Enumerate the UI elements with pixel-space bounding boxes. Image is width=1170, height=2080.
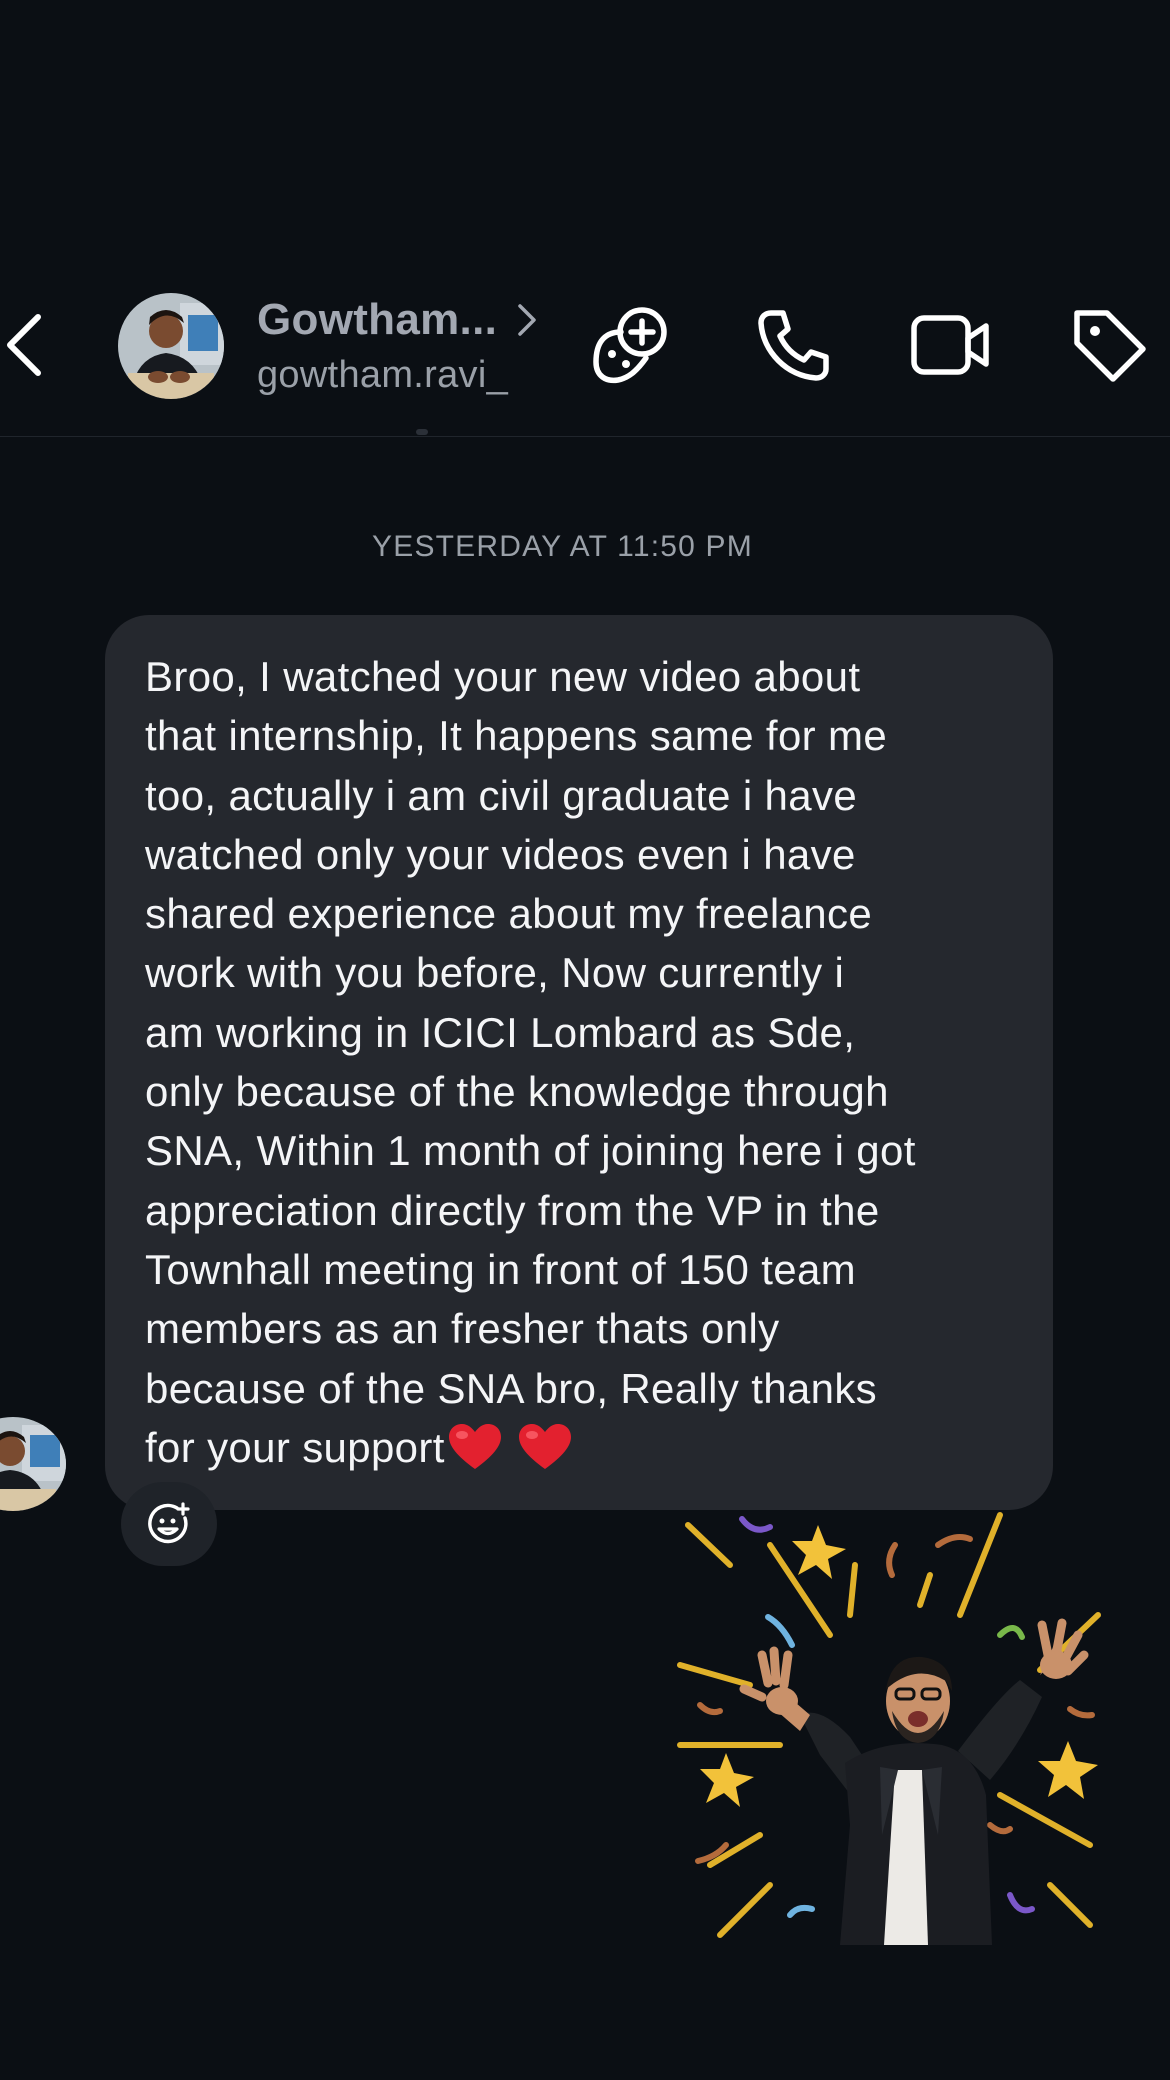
incoming-message-bubble[interactable]: Broo, I watched your new video about tha… — [105, 615, 1053, 1510]
games-button[interactable] — [586, 300, 676, 390]
tag-icon — [1074, 310, 1146, 382]
message-timestamp: YESTERDAY AT 11:50 PM — [372, 530, 753, 563]
sender-avatar[interactable] — [0, 1417, 66, 1511]
voice-call-button[interactable] — [748, 300, 838, 390]
video-call-button[interactable] — [906, 300, 996, 390]
contact-username: gowtham.ravi_ — [257, 354, 509, 396]
avatar-photo — [118, 293, 224, 399]
dm-thread-screen: Gowtham... gowtham.ravi_ YESTERDAY AT 11… — [0, 0, 1170, 2080]
label-button[interactable] — [1064, 300, 1154, 390]
chevron-right-icon — [518, 304, 536, 336]
add-reaction-button[interactable] — [121, 1482, 217, 1566]
message-text: Broo, I watched your new video about tha… — [145, 647, 1025, 1477]
phone-icon — [758, 310, 829, 381]
video-camera-icon — [911, 315, 989, 375]
chevron-left-icon — [7, 314, 41, 376]
scrolled-content-fragment — [416, 429, 428, 435]
celebration-avatar-sticker — [677, 1512, 1101, 1945]
game-controller-add-icon — [593, 307, 667, 384]
back-button[interactable] — [0, 305, 52, 385]
contact-avatar[interactable] — [118, 293, 224, 399]
message-body: Broo, I watched your new video about tha… — [145, 653, 916, 1471]
celebration-sticker[interactable] — [670, 1505, 1110, 1945]
add-reaction-icon — [148, 1502, 190, 1544]
red-heart-emoji — [518, 1423, 571, 1469]
contact-name-row[interactable]: Gowtham... — [257, 295, 539, 344]
contact-name: Gowtham... — [257, 295, 498, 344]
red-heart-emoji — [448, 1423, 501, 1469]
avatar-photo — [0, 1417, 66, 1511]
